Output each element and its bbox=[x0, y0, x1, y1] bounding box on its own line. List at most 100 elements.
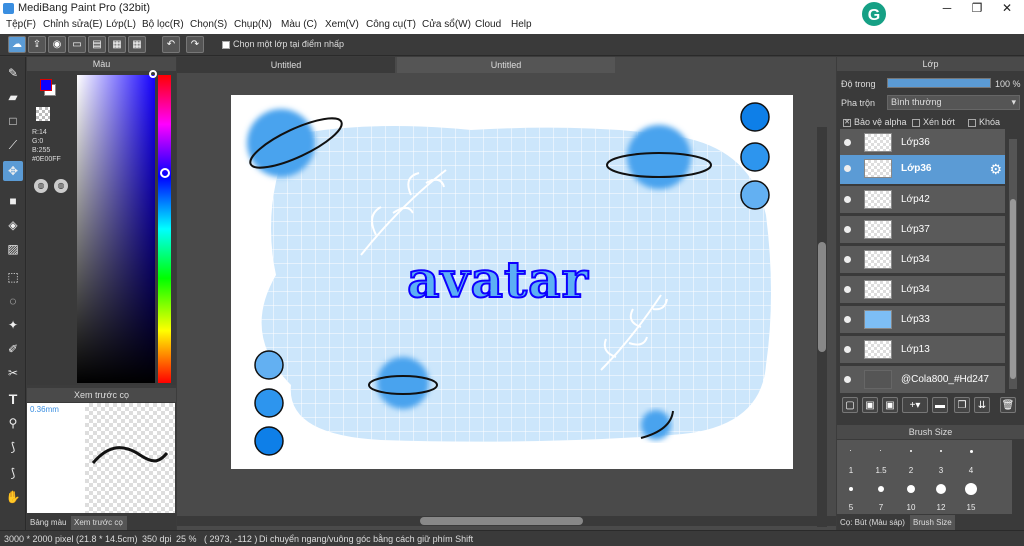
clipping-checkbox[interactable] bbox=[912, 118, 920, 127]
clipping-option[interactable]: Xén bớt bbox=[912, 117, 955, 127]
menu-view[interactable]: Xem(V) bbox=[325, 19, 359, 30]
gear-icon[interactable]: ⚙ bbox=[989, 161, 1002, 178]
maximize-button[interactable]: ❐ bbox=[962, 0, 992, 17]
layer-item[interactable]: Lớp13 bbox=[840, 336, 1005, 364]
tab-palette[interactable]: Bảng màu bbox=[27, 516, 71, 530]
visibility-icon[interactable] bbox=[844, 256, 851, 263]
palette-add-icon[interactable]: ◍ bbox=[54, 179, 68, 193]
brush-size-dot[interactable] bbox=[849, 487, 853, 491]
duplicate-layer-icon[interactable]: ❐ bbox=[954, 397, 970, 413]
visibility-icon[interactable] bbox=[844, 165, 851, 172]
protect-alpha-checkbox[interactable]: ✕ bbox=[843, 118, 851, 127]
magic-wand-icon[interactable]: ✦ bbox=[3, 315, 23, 335]
lock-option[interactable]: Khóa bbox=[968, 117, 1000, 127]
menu-filter[interactable]: Bộ lọc(R) bbox=[142, 19, 184, 30]
close-button[interactable]: ✕ bbox=[992, 0, 1022, 17]
layer-item[interactable]: Lớp34 bbox=[840, 246, 1005, 274]
brush-size-dot[interactable] bbox=[940, 450, 942, 452]
layer-item[interactable]: Lớp37 bbox=[840, 216, 1005, 244]
hue-cursor[interactable] bbox=[160, 168, 170, 178]
layer-item[interactable]: Lớp34 bbox=[840, 276, 1005, 304]
brush-size-dot[interactable] bbox=[907, 485, 915, 493]
menu-cloud[interactable]: Cloud bbox=[475, 19, 501, 30]
menu-capture[interactable]: Chụp(N) bbox=[234, 19, 272, 30]
tiles-icon[interactable]: ▦ bbox=[128, 36, 146, 53]
hand-icon[interactable]: ✋ bbox=[3, 487, 23, 507]
layer-item[interactable]: Lớp42 bbox=[840, 186, 1005, 214]
vertical-scrollbar[interactable] bbox=[817, 127, 827, 527]
dropper-icon[interactable]: ⟆ bbox=[3, 437, 23, 457]
visibility-icon[interactable] bbox=[844, 346, 851, 353]
menu-layer[interactable]: Lớp(L) bbox=[106, 19, 136, 30]
transparent-color[interactable] bbox=[36, 107, 50, 121]
layer-item[interactable]: Lớp36 bbox=[840, 129, 1005, 157]
visibility-icon[interactable] bbox=[844, 286, 851, 293]
menu-tools[interactable]: Công cụ(T) bbox=[366, 19, 416, 30]
menu-help[interactable]: Help bbox=[511, 19, 532, 30]
menu-window[interactable]: Cửa sổ(W) bbox=[422, 19, 471, 30]
tab-brush-preview[interactable]: Xem trước cọ bbox=[71, 516, 127, 530]
sv-cursor[interactable] bbox=[149, 70, 157, 78]
grid-icon[interactable]: ▦ bbox=[108, 36, 126, 53]
new-layer-icon[interactable]: ▢ bbox=[842, 397, 858, 413]
add-layer-dropdown-icon[interactable]: +▾ bbox=[902, 397, 928, 413]
lasso-icon[interactable]: ◌ bbox=[3, 291, 23, 311]
visibility-icon[interactable] bbox=[844, 316, 851, 323]
menu-edit[interactable]: Chỉnh sửa(E) bbox=[43, 19, 103, 30]
menu-file[interactable]: Tệp(F) bbox=[6, 19, 36, 30]
horizontal-scroll-thumb[interactable] bbox=[420, 517, 583, 525]
select-pen-icon[interactable]: ✐ bbox=[3, 339, 23, 359]
visibility-icon[interactable] bbox=[844, 139, 851, 146]
layer-item[interactable]: Lớp33 bbox=[840, 306, 1005, 334]
menu-color[interactable]: Màu (C) bbox=[281, 19, 317, 30]
brush-size-dot[interactable] bbox=[880, 450, 881, 451]
horizontal-scrollbar[interactable] bbox=[177, 516, 836, 526]
gradient-icon[interactable]: ▨ bbox=[3, 239, 23, 259]
document-tab-2[interactable]: Untitled bbox=[397, 57, 615, 73]
merge-layer-icon[interactable]: ⇊ bbox=[974, 397, 990, 413]
brush-icon[interactable]: ✎ bbox=[3, 63, 23, 83]
layer-item[interactable]: @Cola800_#Hd247 bbox=[840, 366, 1005, 394]
drawing-canvas[interactable]: avatar bbox=[231, 95, 793, 469]
brush-size-dot[interactable] bbox=[850, 450, 851, 451]
shape-icon[interactable]: □ bbox=[3, 111, 23, 131]
select-eraser-icon[interactable]: ✂ bbox=[3, 363, 23, 383]
grammarly-icon[interactable]: G bbox=[860, 0, 888, 28]
visibility-icon[interactable] bbox=[844, 196, 851, 203]
minimize-button[interactable]: ─ bbox=[932, 0, 962, 17]
new-8bit-layer-icon[interactable]: ▣ bbox=[862, 397, 878, 413]
document-icon[interactable]: ▤ bbox=[88, 36, 106, 53]
eraser-icon[interactable]: ▰ bbox=[3, 87, 23, 107]
text-icon[interactable]: T bbox=[3, 389, 23, 409]
brush-size-dot[interactable] bbox=[965, 483, 977, 495]
lock-checkbox[interactable] bbox=[968, 118, 976, 127]
vertical-scroll-thumb[interactable] bbox=[818, 242, 826, 352]
line-icon[interactable]: ⟋ bbox=[3, 135, 23, 155]
folder-icon[interactable]: ▬ bbox=[932, 397, 948, 413]
blend-select[interactable]: Bình thường ▾ bbox=[887, 95, 1020, 110]
message-icon[interactable]: ▭ bbox=[68, 36, 86, 53]
comment-icon[interactable]: ◉ bbox=[48, 36, 66, 53]
opacity-slider[interactable] bbox=[887, 78, 991, 88]
hue-slider[interactable] bbox=[158, 75, 171, 383]
undo-icon[interactable]: ↶ bbox=[162, 36, 180, 53]
share-icon[interactable]: ⇪ bbox=[28, 36, 46, 53]
menu-select[interactable]: Chọn(S) bbox=[190, 19, 227, 30]
select-layer-checkbox[interactable] bbox=[222, 40, 230, 49]
fill-rect-icon[interactable]: ■ bbox=[3, 191, 23, 211]
eyedropper-icon[interactable]: ⟆ bbox=[3, 463, 23, 483]
visibility-icon[interactable] bbox=[844, 226, 851, 233]
layer-scrollbar[interactable] bbox=[1009, 139, 1017, 389]
trash-icon[interactable]: 🗑 bbox=[1000, 397, 1016, 413]
new-1bit-layer-icon[interactable]: ▣ bbox=[882, 397, 898, 413]
brush-size-dot[interactable] bbox=[970, 450, 973, 453]
move-icon[interactable]: ✥ bbox=[3, 161, 23, 181]
select-rect-icon[interactable]: ⬚ bbox=[3, 267, 23, 287]
brush-size-dot[interactable] bbox=[878, 486, 884, 492]
saturation-value-picker[interactable] bbox=[77, 75, 155, 383]
tab-brush[interactable]: Cọ: Bút (Màu sáp) bbox=[837, 515, 910, 530]
palette-icon[interactable]: ◍ bbox=[34, 179, 48, 193]
cloud-icon[interactable]: ☁ bbox=[8, 36, 26, 53]
foreground-color[interactable] bbox=[40, 79, 52, 91]
protect-alpha-option[interactable]: ✕ Bảo vệ alpha bbox=[843, 117, 907, 127]
